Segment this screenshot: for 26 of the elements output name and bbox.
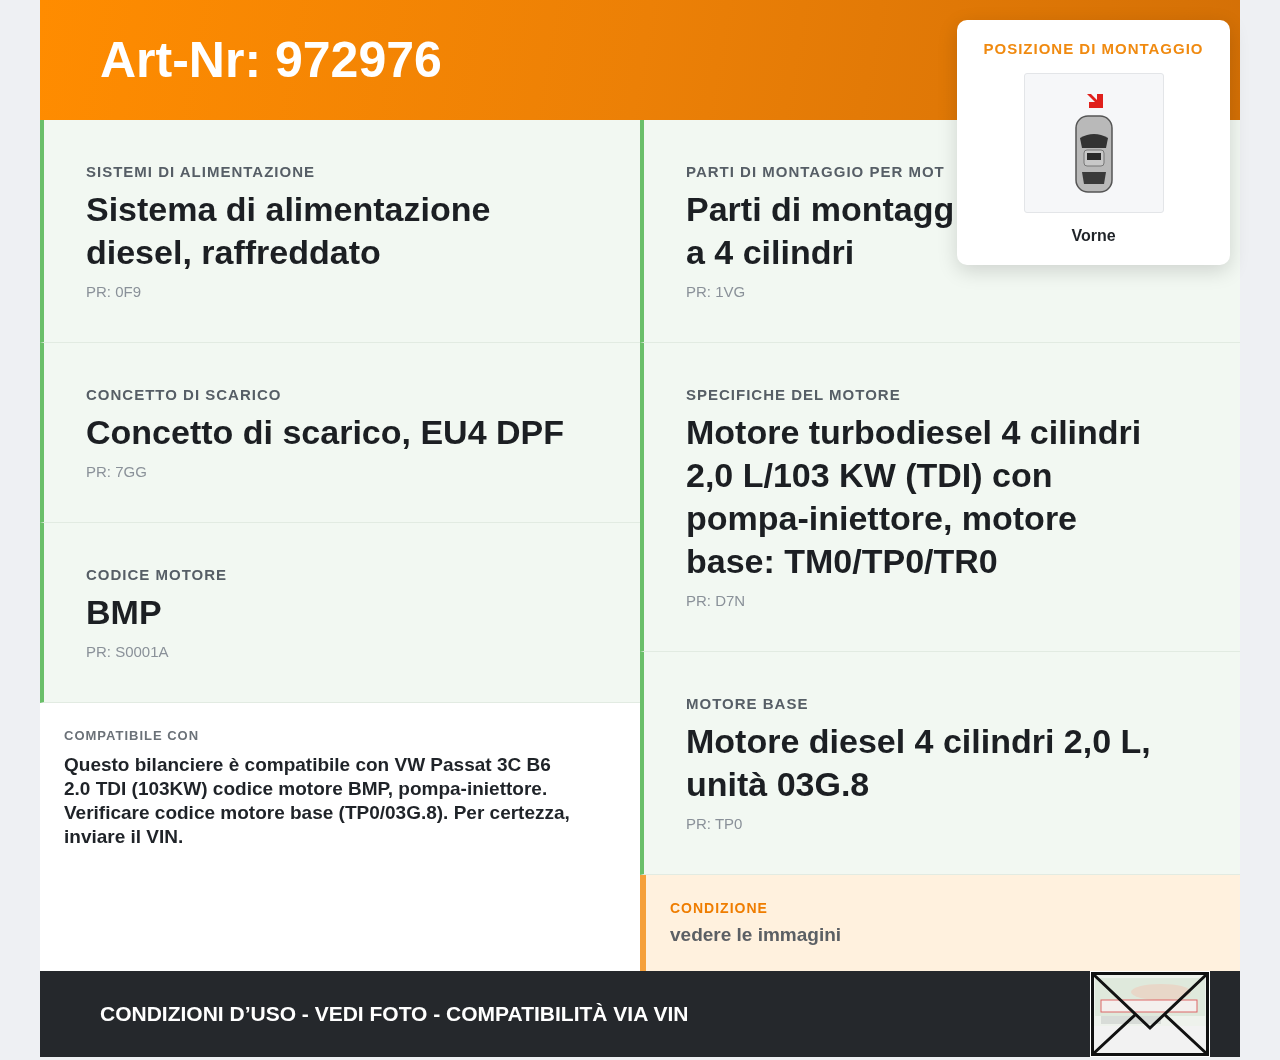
article-number: Art-Nr: 972976	[100, 31, 442, 89]
condition-label: CONDIZIONE	[670, 899, 769, 917]
card-label: PARTI DI MONTAGGIO PER MOT	[686, 162, 946, 182]
card-title: Sistema di alimentazione diesel, raffreddato	[86, 189, 491, 273]
pr-code: PR: S0001A	[86, 642, 170, 662]
compatibility-text: Questo bilanciere è compatibile con VW Passat 3C B6 2.0 TDI (103KW) codice motore BMP, pompa-iniettore. Verificare codice motore base (TP0/03G.8). Per certezza, inviare il VIN.	[64, 753, 571, 849]
compatibility-label: COMPATIBILE CON	[64, 727, 201, 745]
card-label: CONCETTO DI SCARICO	[86, 385, 283, 405]
pr-code: PR: TP0	[686, 814, 744, 834]
position-caption: Vorne	[1071, 227, 1116, 245]
card-title: Motore diesel 4 cilindri 2,0 L, unità 03G.8	[686, 721, 1151, 805]
pr-code: PR: 7GG	[86, 462, 148, 482]
pr-code: PR: D7N	[686, 591, 747, 611]
footer-text: CONDIZIONI D’USO - VEDI FOTO - COMPATIBILITÀ VIA VIN	[100, 1002, 689, 1026]
card-label: MOTORE BASE	[686, 694, 810, 714]
card-title: Motore turbodiesel 4 cilindri 2,0 L/103 KW (TDI) con pompa-iniettore, motore base: TM0/TP0/TR0	[686, 412, 1142, 582]
pr-code: PR: 0F9	[86, 282, 143, 302]
card-title: Concetto di scarico, EU4 DPF	[86, 412, 564, 453]
pr-code: PR: 1VG	[686, 282, 747, 302]
card-label: SPECIFICHE DEL MOTORE	[686, 385, 902, 405]
card-label: SISTEMI DI ALIMENTAZIONE	[86, 162, 316, 182]
card-title: BMP	[86, 592, 162, 633]
card-label: CODICE MOTORE	[86, 565, 229, 585]
mounting-position-title: POSIZIONE DI MONTAGGIO	[983, 40, 1204, 57]
condition-value: vedere le immagini	[670, 923, 843, 947]
card-title: Parti di montagg a 4 cilindri	[686, 189, 955, 273]
